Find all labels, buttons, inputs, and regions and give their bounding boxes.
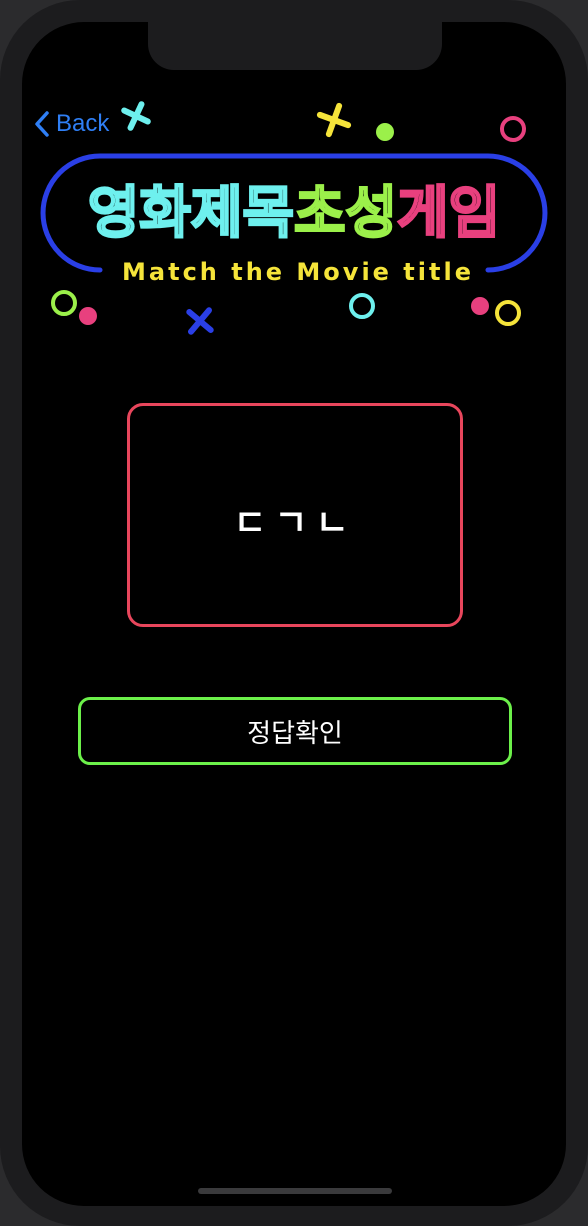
dot-icon xyxy=(79,307,97,325)
dot-icon xyxy=(471,297,489,315)
chevron-left-icon xyxy=(35,111,49,137)
device-frame: 영화제목초성게임 Match the Movie title Back ㄷㄱㄴ xyxy=(0,0,588,1226)
home-indicator[interactable] xyxy=(198,1188,392,1194)
sparkle-icon xyxy=(186,307,214,335)
game-logo: 영화제목초성게임 Match the Movie title xyxy=(40,101,548,335)
back-label: Back xyxy=(56,110,110,137)
initial-consonants: ㄷㄱㄴ xyxy=(233,503,357,544)
sparkle-icon xyxy=(316,102,352,138)
check-answer-button[interactable]: 정답확인 xyxy=(78,697,512,765)
back-button[interactable]: Back xyxy=(34,108,109,140)
app-screen: 영화제목초성게임 Match the Movie title Back ㄷㄱㄴ xyxy=(22,22,566,1206)
ring-icon xyxy=(500,116,526,142)
title-part-initial: 초성 xyxy=(294,181,397,246)
sparkle-icon xyxy=(121,101,151,131)
ring-icon xyxy=(495,300,521,326)
ring-icon xyxy=(51,290,77,316)
svg-text:영화제목초성게임: 영화제목초성게임 xyxy=(88,181,500,246)
title-part-movie: 영화제목 xyxy=(88,181,294,246)
ring-icon xyxy=(349,293,375,319)
logo-subtitle: Match the Movie title xyxy=(122,258,474,286)
hint-card: ㄷㄱㄴ xyxy=(127,403,463,627)
dot-icon xyxy=(376,123,394,141)
title-part-game: 게임 xyxy=(397,181,500,246)
